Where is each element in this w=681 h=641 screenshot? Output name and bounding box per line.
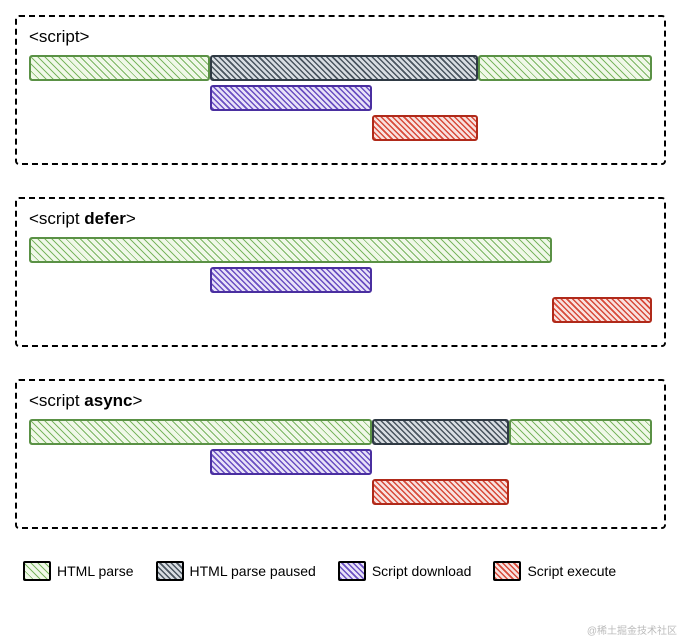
legend: HTML parse HTML parse paused Script downlo…: [15, 561, 666, 581]
legend-label: HTML parse paused: [190, 563, 316, 579]
bar-script-download: [210, 85, 372, 111]
bar-script-execute: [552, 297, 652, 323]
legend-item: Script download: [338, 561, 472, 581]
bar-html-parse-paused: [210, 55, 478, 81]
legend-label: Script execute: [527, 563, 616, 579]
title-prefix: <script: [29, 391, 84, 410]
title-keyword: async: [84, 391, 132, 410]
panel-title: <script>: [29, 27, 652, 47]
legend-swatch: [23, 561, 51, 581]
bar-html-parse: [29, 55, 210, 81]
legend-label: Script download: [372, 563, 472, 579]
timeline-track: [29, 237, 652, 327]
title-prefix: <script: [29, 209, 84, 228]
timeline-track: [29, 55, 652, 145]
bar-script-download: [210, 267, 372, 293]
title-suffix: >: [80, 27, 90, 46]
bar-script-execute: [372, 479, 509, 505]
legend-swatch: [156, 561, 184, 581]
panel-title: <script async>: [29, 391, 652, 411]
legend-label: HTML parse: [57, 563, 134, 579]
panel-0: <script>: [15, 15, 666, 165]
legend-item: HTML parse paused: [156, 561, 316, 581]
legend-item: Script execute: [493, 561, 616, 581]
bar-html-parse-paused: [372, 419, 509, 445]
watermark: @稀土掘金技术社区: [587, 622, 677, 637]
legend-swatch: [493, 561, 521, 581]
panel-title: <script defer>: [29, 209, 652, 229]
legend-item: HTML parse: [23, 561, 134, 581]
title-suffix: >: [126, 209, 136, 228]
bar-html-parse: [478, 55, 652, 81]
title-prefix: <script: [29, 27, 80, 46]
bar-html-parse: [509, 419, 652, 445]
title-keyword: defer: [84, 209, 126, 228]
panel-1: <script defer>: [15, 197, 666, 347]
timeline-track: [29, 419, 652, 509]
bar-html-parse: [29, 419, 372, 445]
bar-script-download: [210, 449, 372, 475]
bar-html-parse: [29, 237, 552, 263]
panel-2: <script async>: [15, 379, 666, 529]
legend-swatch: [338, 561, 366, 581]
title-suffix: >: [132, 391, 142, 410]
bar-script-execute: [372, 115, 478, 141]
